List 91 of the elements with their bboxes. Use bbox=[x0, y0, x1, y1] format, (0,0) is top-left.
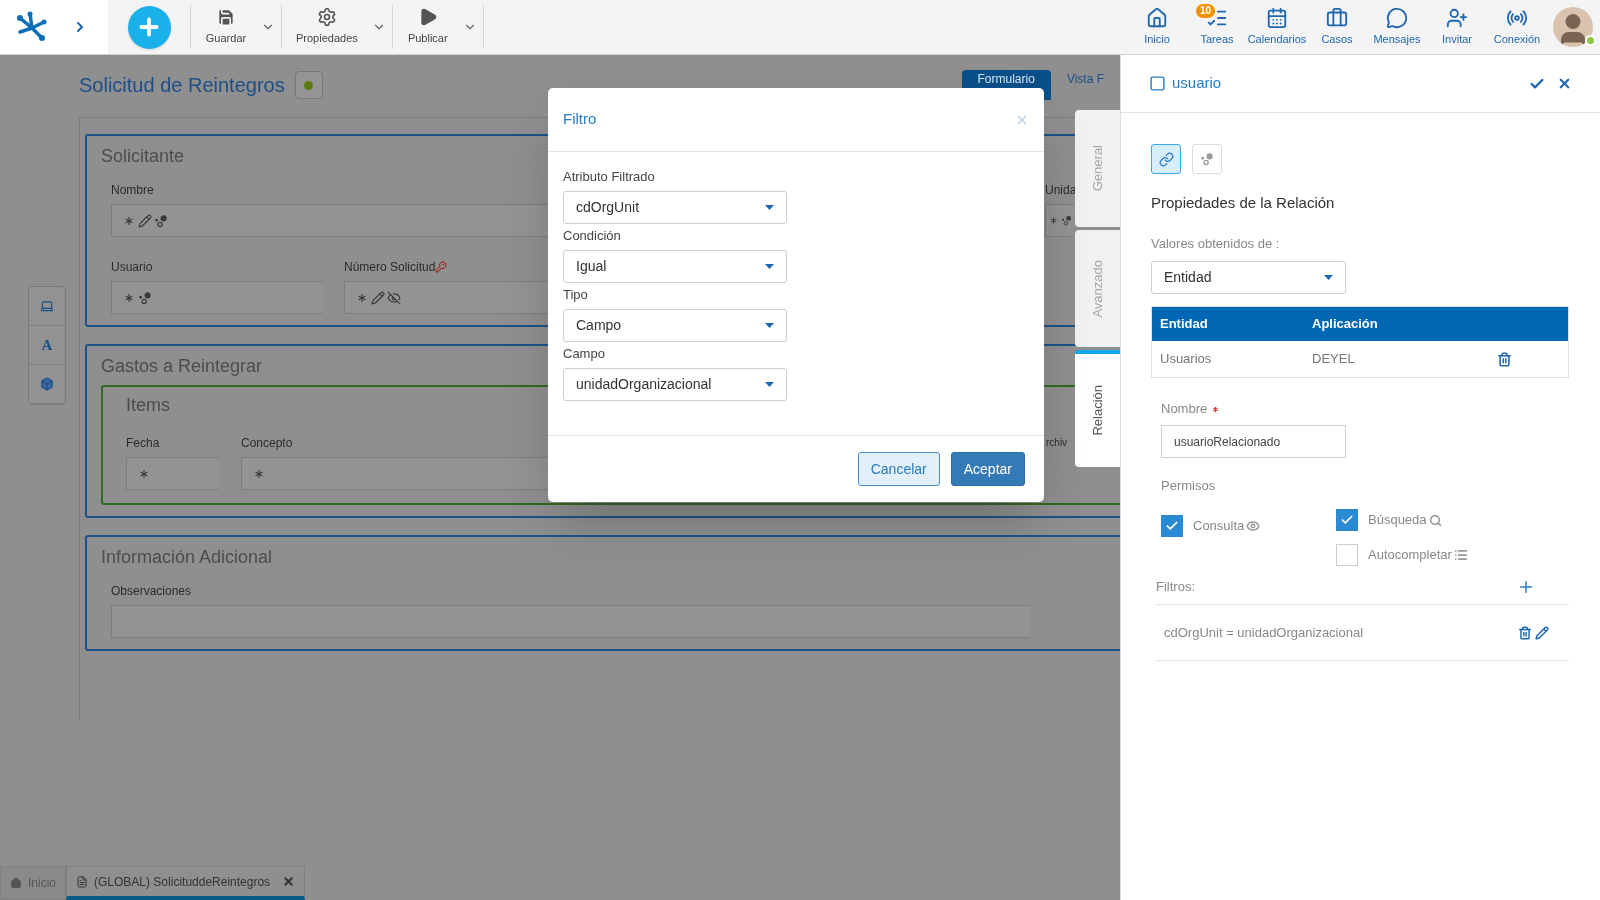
user-plus-icon bbox=[1446, 6, 1468, 29]
gear-icon bbox=[316, 7, 337, 28]
checkbox[interactable] bbox=[1161, 515, 1183, 537]
user-avatar[interactable] bbox=[1553, 7, 1593, 47]
nav-button[interactable]: 10 Tareas bbox=[1187, 6, 1247, 48]
name-input[interactable]: usuarioRelacionado bbox=[1161, 425, 1346, 458]
laptop-icon bbox=[40, 299, 54, 313]
field-label: Fecha bbox=[126, 435, 160, 452]
group-title: Items bbox=[126, 393, 170, 417]
mode-button[interactable] bbox=[1151, 144, 1181, 174]
nav-button[interactable]: Mensajes bbox=[1367, 6, 1427, 48]
cube-icon bbox=[40, 377, 54, 391]
column-header: Aplicación bbox=[1312, 315, 1378, 334]
input-field[interactable] bbox=[126, 457, 219, 490]
add-icon[interactable] bbox=[1517, 578, 1535, 596]
input-field[interactable] bbox=[1045, 204, 1074, 237]
checkbox-label: Búsqueda bbox=[1368, 511, 1427, 530]
field-label: Condición bbox=[563, 227, 622, 244]
home-icon bbox=[10, 877, 22, 889]
checkbox[interactable] bbox=[1336, 544, 1358, 566]
nav-button[interactable]: Conexión bbox=[1487, 6, 1547, 48]
document-icon bbox=[76, 875, 88, 888]
add-button[interactable] bbox=[127, 5, 171, 49]
checkbox-label: Autocompletar bbox=[1368, 546, 1452, 565]
nav-button[interactable]: Calendarios bbox=[1247, 6, 1307, 48]
eye-icon bbox=[1246, 519, 1261, 533]
dialog-title: Filtro bbox=[563, 109, 597, 130]
side-tab[interactable]: Relación bbox=[1075, 350, 1120, 467]
field-label: Nombre bbox=[1161, 400, 1208, 419]
briefcase-icon bbox=[1326, 6, 1348, 29]
trash-icon[interactable] bbox=[1497, 351, 1512, 367]
filter-text: cdOrgUnit = unidadOrganizacional bbox=[1164, 623, 1365, 642]
close-icon[interactable] bbox=[282, 875, 296, 888]
select-field[interactable]: Entidad bbox=[1151, 261, 1346, 294]
select-field[interactable]: Campo bbox=[563, 309, 787, 342]
field-type-icon bbox=[1149, 75, 1166, 92]
field-label: Campo bbox=[563, 345, 606, 362]
section-heading: Propiedades de la Relación bbox=[1151, 193, 1336, 213]
caret-icon bbox=[1324, 275, 1333, 280]
field-label: Unida bbox=[1045, 182, 1077, 199]
select-field[interactable]: cdOrgUnit bbox=[563, 191, 787, 224]
list-icon bbox=[1453, 548, 1468, 562]
field-label: Atributo Filtrado bbox=[563, 168, 656, 185]
cancel-button[interactable]: Cancelar bbox=[857, 452, 940, 486]
field-label: rchiv bbox=[1046, 436, 1068, 450]
link-icon bbox=[1158, 151, 1174, 167]
column-header: Entidad bbox=[1159, 315, 1209, 334]
close-icon[interactable] bbox=[1557, 76, 1572, 91]
field-label: Usuario bbox=[111, 259, 153, 276]
select-field[interactable]: unidadOrganizacional bbox=[563, 368, 787, 401]
field-label: Número Solicitud bbox=[344, 259, 436, 276]
field-label: Filtros: bbox=[1156, 578, 1195, 597]
form-title: Solicitud de Reintegros bbox=[79, 73, 285, 98]
nav-button[interactable]: Inicio bbox=[1127, 6, 1187, 48]
nav-button[interactable]: Casos bbox=[1307, 6, 1367, 48]
field-label: Permisos bbox=[1161, 477, 1217, 495]
toolbar-button[interactable]: Guardar bbox=[191, 7, 261, 47]
speech-bubble-icon bbox=[1386, 6, 1408, 29]
field-label: Nombre bbox=[111, 182, 154, 199]
trash-icon[interactable] bbox=[1518, 625, 1532, 640]
calendar-icon bbox=[1266, 6, 1288, 29]
checkbox-label: Consulta bbox=[1193, 517, 1245, 536]
field-label: Observaciones bbox=[111, 583, 192, 600]
select-field[interactable]: Igual bbox=[563, 250, 787, 283]
section-title: Solicitante bbox=[101, 144, 185, 168]
toolbar-button[interactable]: Publicar bbox=[392, 7, 463, 47]
toolbar-button[interactable]: Propiedades bbox=[282, 7, 372, 47]
caret-icon bbox=[765, 264, 774, 269]
home-icon bbox=[1146, 6, 1168, 29]
nav-button[interactable]: Invitar bbox=[1427, 6, 1487, 48]
table-cell-text: Usuarios bbox=[1159, 350, 1213, 369]
field-label: Tipo bbox=[563, 286, 589, 303]
search-icon bbox=[1428, 513, 1442, 527]
section-title: Gastos a Reintegrar bbox=[101, 354, 263, 378]
check-icon bbox=[1340, 513, 1354, 527]
pencil-icon[interactable] bbox=[1535, 625, 1549, 640]
accept-button[interactable]: Aceptar bbox=[950, 452, 1025, 486]
check-icon bbox=[1165, 519, 1179, 533]
caret-icon bbox=[765, 205, 774, 210]
count-badge: 10 bbox=[1196, 3, 1216, 18]
caret-icon bbox=[765, 323, 774, 328]
section-title: Información Adicional bbox=[101, 545, 273, 569]
table-cell-text: DEYEL bbox=[1312, 350, 1356, 369]
field-label: Valores obtenidos de : bbox=[1151, 235, 1281, 253]
caret-icon bbox=[765, 382, 774, 387]
field-label: Concepto bbox=[241, 435, 293, 452]
relation-icon bbox=[1200, 152, 1214, 166]
panel-title: usuario bbox=[1172, 73, 1222, 94]
checkbox[interactable] bbox=[1336, 509, 1358, 531]
document-tab[interactable]: (GLOBAL) SolicituddeReintegros bbox=[66, 866, 306, 900]
input-field[interactable] bbox=[111, 281, 323, 314]
